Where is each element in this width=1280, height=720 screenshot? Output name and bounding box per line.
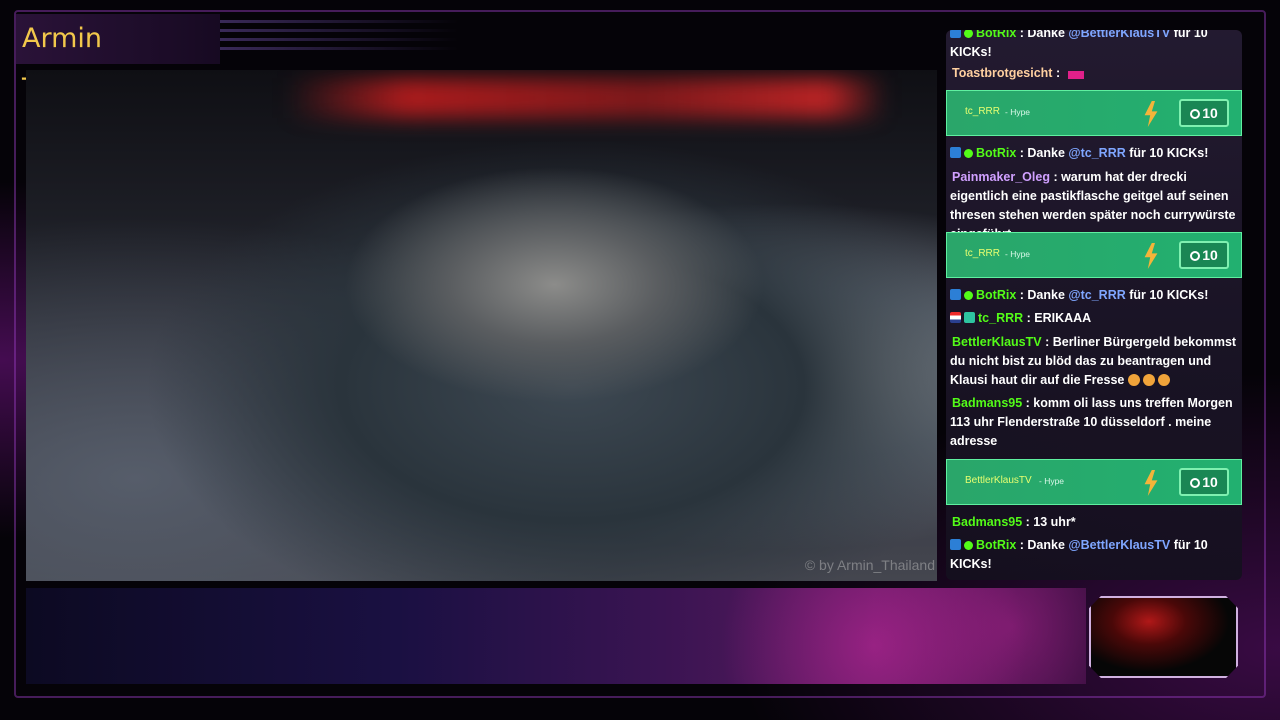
hype-kick-amount: 10 bbox=[1179, 241, 1229, 269]
verified-badge-icon bbox=[964, 149, 973, 158]
chat-message: BotRix : Danke @tc_RRR für 10 KICKs! bbox=[950, 144, 1240, 163]
chat-username[interactable]: tc_RRR bbox=[978, 311, 1023, 325]
chat-message: tc_RRR : ERIKAAA bbox=[950, 309, 1240, 328]
bottom-decor-bar bbox=[26, 588, 1086, 684]
chat-username[interactable]: BettlerKlausTV bbox=[952, 335, 1042, 349]
chat-username[interactable]: BotRix bbox=[976, 288, 1016, 302]
kick-coin-icon bbox=[1190, 251, 1201, 261]
bot-badge-icon bbox=[950, 147, 961, 158]
lightning-bolt-icon bbox=[1144, 101, 1158, 127]
video-watermark: © by Armin_Thailand bbox=[804, 557, 935, 573]
laughing-emoji-icon bbox=[1157, 374, 1170, 386]
verified-badge-icon bbox=[964, 291, 973, 300]
chat-mention[interactable]: @tc_RRR bbox=[1068, 288, 1125, 302]
hype-alert: tc_RRR - Hype 10 bbox=[946, 90, 1242, 136]
hype-kick-amount: 10 bbox=[1179, 468, 1229, 496]
hype-username: tc_RRR bbox=[965, 106, 1001, 117]
laughing-emoji-icon bbox=[1142, 374, 1155, 386]
chat-mention[interactable]: @BettlerKlausTV bbox=[1068, 538, 1170, 552]
decorative-lines bbox=[218, 20, 458, 62]
hype-username: BettlerKlausTV bbox=[965, 475, 1032, 486]
chat-panel: BotRix : Danke @BettlerKlausTV für 10 KIC… bbox=[946, 30, 1242, 580]
emote-icon bbox=[1067, 71, 1084, 79]
hype-label: - Hype bbox=[1005, 107, 1031, 117]
hype-label: - Hype bbox=[1005, 249, 1031, 259]
bot-badge-icon bbox=[950, 289, 961, 300]
hype-username: tc_RRR bbox=[965, 248, 1001, 259]
chat-username[interactable]: Painmaker_Oleg bbox=[952, 170, 1050, 184]
chat-username[interactable]: Badmans95 bbox=[952, 515, 1022, 529]
kick-coin-icon bbox=[1190, 478, 1201, 488]
chat-mention[interactable]: @BettlerKlausTV bbox=[1068, 30, 1170, 40]
chat-username[interactable]: BotRix bbox=[976, 30, 1016, 40]
flag-badge-icon bbox=[950, 312, 961, 323]
chat-mention[interactable]: @tc_RRR bbox=[1068, 146, 1125, 160]
bot-badge-icon bbox=[950, 539, 961, 550]
hype-label: - Hype bbox=[1039, 476, 1065, 486]
chat-message: BotRix : Danke @BettlerKlausTV für 10 KIC… bbox=[950, 30, 1240, 62]
bot-badge-icon bbox=[950, 30, 961, 38]
chat-username[interactable]: Toastbrotgesicht bbox=[952, 66, 1052, 80]
chat-message: BotRix : Danke @BettlerKlausTV für 10 KIC… bbox=[950, 538, 1208, 571]
lightning-bolt-icon bbox=[1144, 243, 1158, 269]
chat-username[interactable]: Badmans95 bbox=[952, 396, 1022, 410]
verified-badge-icon bbox=[964, 30, 973, 38]
webcam-video: © by Armin_Thailand bbox=[26, 70, 937, 581]
chat-message: BettlerKlausTV : Berliner Bürgergeld bek… bbox=[950, 335, 1237, 387]
streamer-name-title: Armin Thailand bbox=[16, 14, 220, 104]
verified-badge-icon bbox=[964, 541, 973, 550]
hype-kick-amount: 10 bbox=[1179, 99, 1229, 127]
chat-username[interactable]: BotRix bbox=[976, 146, 1016, 160]
lightning-bolt-icon bbox=[1144, 470, 1158, 496]
secondary-camera-view bbox=[1089, 596, 1238, 678]
chat-message: Badmans95 : 13 uhr* bbox=[952, 515, 1076, 529]
chat-message: BotRix : Danke @tc_RRR für 10 KICKs! bbox=[950, 286, 1240, 305]
hype-alert: tc_RRR - Hype 10 bbox=[946, 232, 1242, 278]
hype-alert: BettlerKlausTV - Hype 10 bbox=[946, 459, 1242, 505]
chat-message: Badmans95 : komm oli lass uns treffen Mo… bbox=[950, 396, 1233, 448]
laughing-emoji-icon bbox=[1127, 374, 1140, 386]
chat-username[interactable]: BotRix bbox=[976, 538, 1016, 552]
subscriber-badge-icon bbox=[964, 312, 975, 323]
background-red-light bbox=[286, 78, 886, 118]
kick-coin-icon bbox=[1190, 109, 1201, 119]
chat-message: Toastbrotgesicht : bbox=[952, 64, 1242, 83]
